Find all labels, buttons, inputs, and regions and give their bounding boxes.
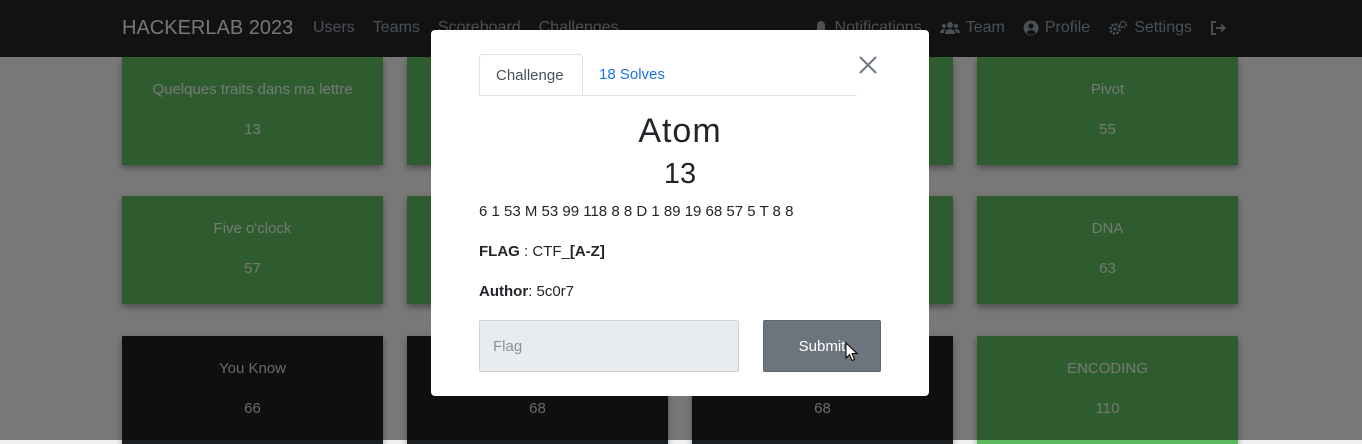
- author-label: Author: [479, 283, 529, 300]
- tab-challenge[interactable]: Challenge: [479, 54, 583, 95]
- tab-solves[interactable]: 18 Solves: [583, 54, 681, 95]
- challenge-value: 13: [663, 158, 697, 190]
- flag-label: FLAG: [479, 243, 520, 260]
- author-separator: :: [528, 283, 537, 300]
- flag-input[interactable]: [479, 320, 739, 372]
- flag-prefix: CTF_: [532, 243, 570, 260]
- close-icon[interactable]: [857, 54, 879, 76]
- author-name: 5c0r7: [536, 283, 575, 300]
- submit-button[interactable]: Submit: [763, 320, 881, 372]
- challenge-description: 6 1 53 M 53 99 118 8 8 D 1 89 19 68 57 5…: [479, 203, 794, 220]
- flag-separator: :: [519, 243, 533, 260]
- modal-tabs: Challenge 18 Solves: [479, 54, 857, 96]
- mouse-cursor-icon: [845, 342, 859, 362]
- flag-pattern: [A-Z]: [569, 243, 605, 260]
- challenge-author: Author: 5c0r7: [479, 283, 574, 300]
- flag-format: FLAG : CTF_[A-Z]: [479, 243, 605, 260]
- challenge-modal: Challenge 18 Solves Atom 13 6 1 53 M 53 …: [431, 30, 929, 396]
- challenge-title: Atom: [638, 112, 722, 150]
